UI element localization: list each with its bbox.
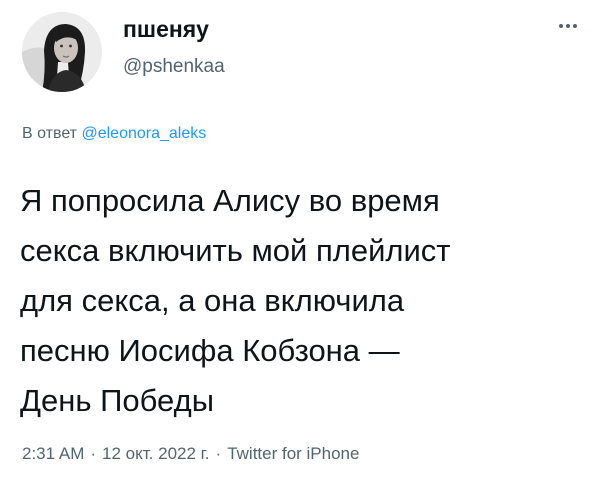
reply-context: В ответ @eleonora_aleks <box>22 126 206 142</box>
tweet-date[interactable]: 12 окт. 2022 г. <box>102 444 209 463</box>
more-horizontal-icon[interactable] <box>554 16 582 36</box>
more-dot <box>566 24 570 28</box>
reply-prefix: В ответ <box>22 125 78 142</box>
meta-separator: · <box>215 444 222 463</box>
tweet-text: Я попросила Алису во время секса включит… <box>20 183 451 418</box>
tweet-source[interactable]: Twitter for iPhone <box>227 444 359 463</box>
tweet-metadata: 2:31 AM · 12 окт. 2022 г. · Twitter for iPho… <box>22 445 359 462</box>
meta-separator: · <box>90 444 97 463</box>
tweet-card: пшеняу @pshenkaa В ответ @eleonora_aleks… <box>0 0 600 495</box>
more-dot <box>573 24 577 28</box>
profile-photo <box>22 12 102 92</box>
reply-to-handle-link[interactable]: @eleonora_aleks <box>81 125 206 142</box>
display-name[interactable]: пшеняу <box>123 18 209 41</box>
more-dot <box>559 24 563 28</box>
user-handle[interactable]: @pshenkaa <box>123 57 225 76</box>
tweet-time[interactable]: 2:31 AM <box>22 444 84 463</box>
avatar[interactable] <box>22 12 102 92</box>
